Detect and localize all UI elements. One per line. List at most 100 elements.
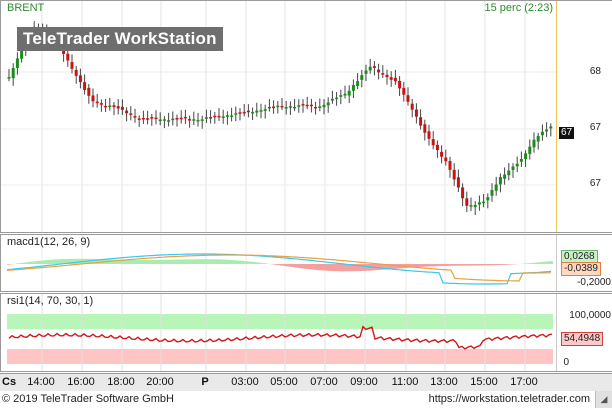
chart-settings-button[interactable]: Cs — [2, 376, 16, 388]
macd-histogram-bar — [292, 264, 295, 268]
candle-body — [427, 131, 431, 139]
macd-histogram-bar — [178, 259, 181, 264]
macd-histogram-bar — [487, 264, 490, 266]
macd-histogram-bar — [214, 259, 217, 264]
macd-y-axis[interactable]: 0,0268 -0,0389 -0,2000 — [556, 235, 612, 291]
macd-histogram-bar — [421, 264, 424, 267]
macd-histogram-bar — [472, 264, 475, 266]
macd-histogram-bar — [304, 264, 307, 269]
candle-body — [83, 82, 87, 90]
candle-body — [368, 66, 372, 71]
x-tick: 11:00 — [391, 376, 419, 388]
candle-body — [536, 135, 540, 142]
website-link[interactable]: https://workstation.teletrader.com — [429, 393, 590, 405]
macd-histogram-bar — [328, 264, 331, 271]
y-tick: 100,0000 — [569, 310, 611, 321]
macd-histogram-bar — [40, 260, 43, 264]
macd-histogram-bar — [538, 262, 541, 264]
candle-body — [242, 111, 246, 114]
macd-histogram-bar — [43, 260, 46, 264]
macd-histogram-bar — [493, 264, 496, 266]
macd-histogram-bar — [547, 261, 550, 264]
macd-histogram-bar — [505, 264, 508, 265]
macd-histogram-bar — [325, 264, 328, 271]
candle-body — [524, 153, 528, 160]
macd-histogram-bar — [151, 259, 154, 264]
macd-histogram-bar — [28, 261, 31, 264]
price-y-axis[interactable]: 68 67 67 67 — [556, 1, 612, 232]
candle-body — [11, 68, 15, 79]
macd-histogram-bar — [445, 264, 448, 266]
candle-body — [406, 95, 410, 102]
candle-body — [515, 163, 519, 167]
macd-histogram-bar — [307, 264, 310, 270]
macd-histogram-bar — [439, 264, 442, 267]
macd-histogram-bar — [238, 260, 241, 264]
macd-histogram-bar — [466, 264, 469, 266]
candle-body — [213, 115, 217, 118]
macd-histogram-bar — [322, 264, 325, 271]
y-tick: 67 — [589, 178, 601, 189]
y-tick: 67 — [589, 122, 601, 133]
macd-histogram-bar — [163, 259, 166, 264]
candle-body — [284, 107, 288, 109]
candle-body — [486, 197, 490, 201]
candle-body — [267, 106, 271, 109]
candle-body — [440, 151, 444, 157]
y-tick: 0 — [563, 357, 569, 368]
macd-histogram-bar — [112, 259, 115, 264]
y-tick: 68 — [589, 66, 601, 77]
macd-histogram-bar — [157, 259, 160, 264]
candle-body — [125, 110, 129, 114]
macd-histogram-bar — [436, 264, 439, 267]
macd-pane[interactable]: macd1(12, 26, 9) 0,0268 -0,0389 -0,2000 — [0, 234, 612, 292]
macd-histogram-bar — [433, 264, 436, 267]
macd-histogram-bar — [22, 262, 25, 264]
macd-histogram-bar — [499, 264, 502, 266]
last-price-tag: 67 — [559, 127, 575, 139]
rsi-value-tag: 54,4948 — [561, 332, 604, 346]
macd-histogram-bar — [340, 264, 343, 272]
macd-histogram-bar — [529, 263, 532, 264]
candle-body — [196, 119, 200, 122]
candle-body — [456, 177, 460, 188]
price-chart-pane[interactable]: BRENT 15 perc (2:23) TeleTrader WorkStat… — [0, 0, 612, 233]
macd-title: macd1(12, 26, 9) — [7, 236, 91, 248]
candle-body — [423, 124, 427, 133]
rsi-y-axis[interactable]: 100,0000 54,4948 0 — [556, 294, 612, 371]
candle-body — [162, 119, 166, 121]
macd-histogram-bar — [241, 260, 244, 264]
macd-histogram-bar — [247, 261, 250, 264]
x-tick: 15:00 — [470, 376, 498, 388]
candle-body — [490, 190, 494, 196]
macd-histogram-bar — [232, 260, 235, 264]
rsi-pane[interactable]: rsi1(14, 70, 30, 1) 100,0000 54,4948 0 — [0, 293, 612, 372]
macd-histogram-bar — [298, 264, 301, 269]
candle-body — [112, 105, 116, 108]
time-axis[interactable]: Cs 14:00 16:00 18:00 20:00 P 03:00 05:00… — [0, 373, 612, 392]
copyright-text: © 2019 TeleTrader Software GmbH — [2, 393, 174, 405]
candle-body — [318, 106, 322, 108]
oversold-band — [7, 349, 553, 364]
candle-body — [141, 117, 145, 120]
candle-body — [217, 115, 221, 118]
candle-body — [87, 87, 91, 96]
teletrader-watermark: TeleTrader WorkStation — [17, 27, 223, 51]
resize-grip-icon[interactable]: ◢ — [595, 391, 612, 408]
candle-body — [482, 201, 486, 204]
interval-label: 15 perc (2:23) — [484, 2, 553, 14]
candle-body — [339, 95, 343, 97]
macd-histogram-bar — [148, 260, 151, 264]
watermark-product: WorkStation — [114, 29, 217, 48]
macd-histogram-bar — [187, 259, 190, 264]
macd-histogram-bar — [193, 259, 196, 264]
candle-body — [511, 166, 515, 170]
macd-histogram-bar — [475, 264, 478, 266]
macd-histogram-bar — [259, 262, 262, 264]
macd-histogram-bar — [37, 260, 40, 264]
macd-histogram-bar — [46, 260, 49, 264]
macd-histogram-bar — [127, 259, 130, 264]
candle-body — [167, 120, 171, 122]
x-tick: 03:00 — [231, 376, 259, 388]
macd-histogram-bar — [244, 261, 247, 264]
